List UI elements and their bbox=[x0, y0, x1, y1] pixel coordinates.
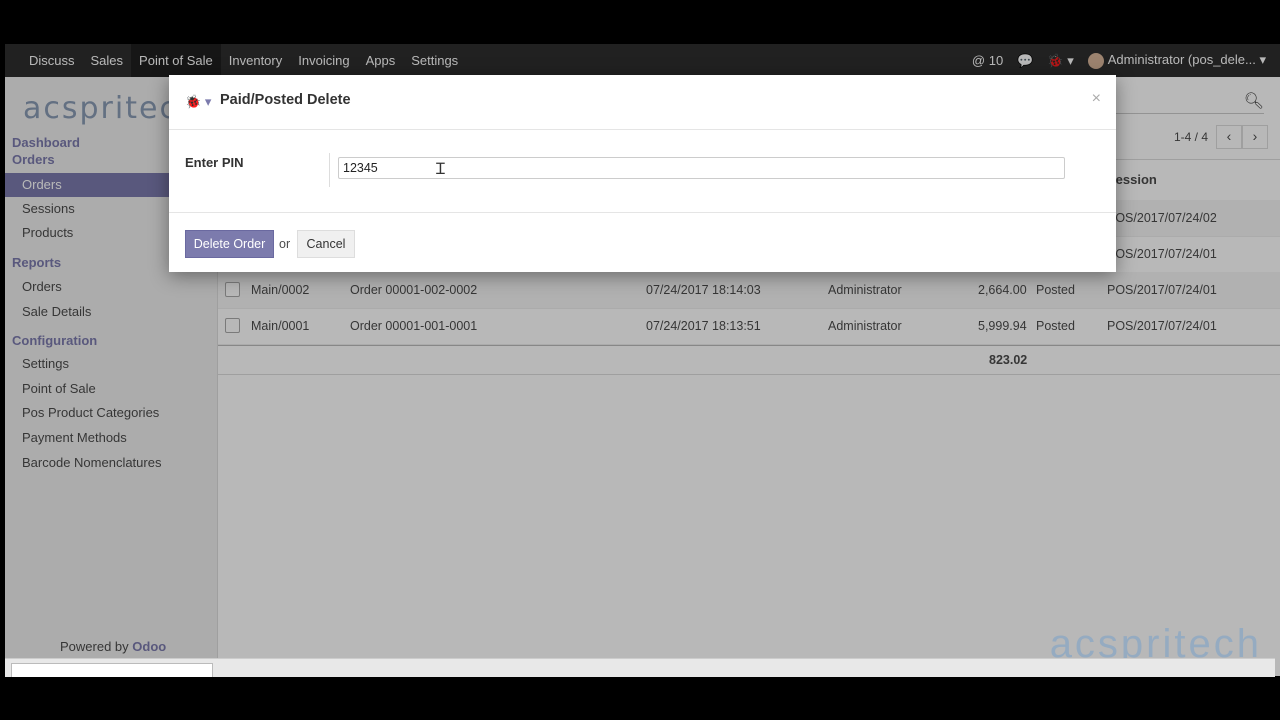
app-screen: Discuss Sales Point of Sale Inventory In… bbox=[5, 44, 1280, 676]
find-input[interactable] bbox=[11, 663, 213, 677]
pin-input[interactable] bbox=[338, 157, 1065, 179]
or-text: or bbox=[279, 237, 291, 251]
bug-icon: 🐞 bbox=[185, 94, 202, 109]
dialog-header: 🐞 ▾ Paid/Posted Delete × bbox=[169, 75, 1116, 130]
close-icon[interactable]: × bbox=[1092, 90, 1101, 108]
delete-order-button[interactable]: Delete Order bbox=[185, 230, 274, 258]
pin-label: Enter PIN bbox=[185, 155, 244, 170]
dialog-title: Paid/Posted Delete bbox=[220, 92, 351, 108]
delete-dialog: 🐞 ▾ Paid/Posted Delete × Enter PIN Ɪ Del… bbox=[169, 75, 1116, 272]
cancel-button[interactable]: Cancel bbox=[297, 230, 355, 258]
debug-dropdown[interactable]: 🐞 ▾ bbox=[185, 94, 211, 110]
dialog-footer: Delete Order or Cancel bbox=[169, 212, 1116, 273]
browser-find-bar bbox=[5, 658, 1275, 677]
field-divider bbox=[329, 153, 330, 187]
chevron-down-icon: ▾ bbox=[204, 94, 212, 109]
text-cursor-icon: Ɪ bbox=[436, 161, 445, 178]
